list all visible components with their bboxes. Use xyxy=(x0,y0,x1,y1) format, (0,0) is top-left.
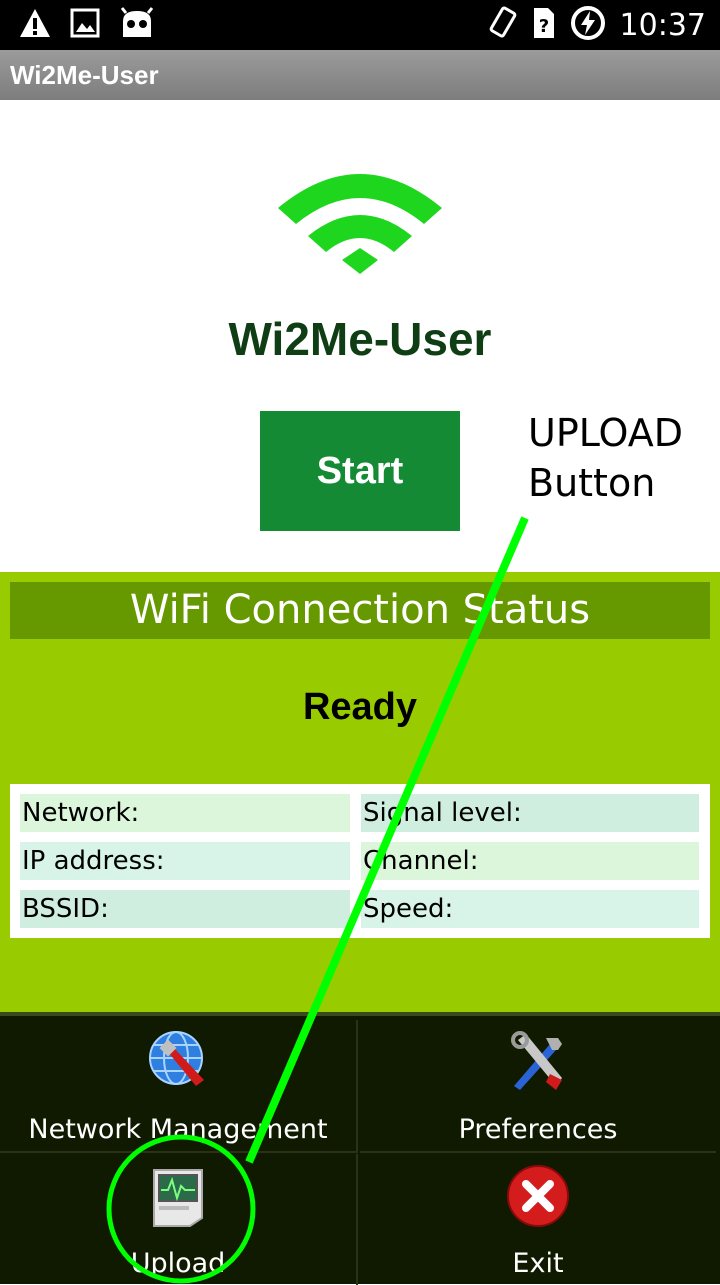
app-title-bar: Wi2Me-User xyxy=(0,50,720,100)
battery-charging-icon xyxy=(570,5,606,46)
bssid-field: BSSID: xyxy=(20,890,350,928)
signal-level-field: Signal level: xyxy=(361,794,699,832)
wifi-status-panel: WiFi Connection Status Ready Network: Si… xyxy=(0,572,720,1012)
svg-text:?: ? xyxy=(538,16,548,37)
network-field: Network: xyxy=(20,794,350,832)
options-menu: Network Management Preferences Upload Ex… xyxy=(0,1012,720,1285)
upload-monitor-icon xyxy=(146,1164,210,1233)
channel-field: Channel: xyxy=(361,842,699,880)
status-value: Ready xyxy=(302,686,418,728)
wifi-icon xyxy=(270,158,450,283)
tools-icon xyxy=(506,1030,570,1099)
menu-label-upload: Upload xyxy=(130,1248,226,1279)
menu-upload[interactable]: Upload xyxy=(0,1154,358,1285)
status-bar: ? 10:37 xyxy=(0,0,720,50)
menu-label-network-management: Network Management xyxy=(28,1114,328,1145)
close-icon xyxy=(506,1164,570,1233)
start-button[interactable]: Start xyxy=(260,411,460,531)
globe-wrench-icon xyxy=(146,1030,210,1099)
menu-label-exit: Exit xyxy=(512,1248,564,1279)
warning-icon xyxy=(18,7,52,44)
app-name-heading: Wi2Me-User xyxy=(228,313,492,365)
speed-field: Speed: xyxy=(361,890,699,928)
annotation-line-2: Button xyxy=(528,461,656,505)
image-icon xyxy=(70,8,100,43)
rotate-icon xyxy=(488,5,518,46)
connection-info-table: Network: Signal level: IP address: Chann… xyxy=(10,784,710,938)
app-title: Wi2Me-User xyxy=(10,60,159,90)
menu-label-preferences: Preferences xyxy=(458,1114,618,1145)
status-header: WiFi Connection Status xyxy=(10,582,710,639)
annotation-line-1: UPLOAD xyxy=(528,411,684,455)
menu-preferences[interactable]: Preferences xyxy=(360,1020,716,1153)
android-icon xyxy=(118,7,156,44)
ip-address-field: IP address: xyxy=(20,842,350,880)
annotation-label: UPLOAD Button xyxy=(528,408,683,508)
menu-network-management[interactable]: Network Management xyxy=(0,1020,358,1153)
sim-unknown-icon: ? xyxy=(532,6,556,45)
menu-exit[interactable]: Exit xyxy=(360,1154,716,1285)
clock: 10:37 xyxy=(619,8,706,43)
